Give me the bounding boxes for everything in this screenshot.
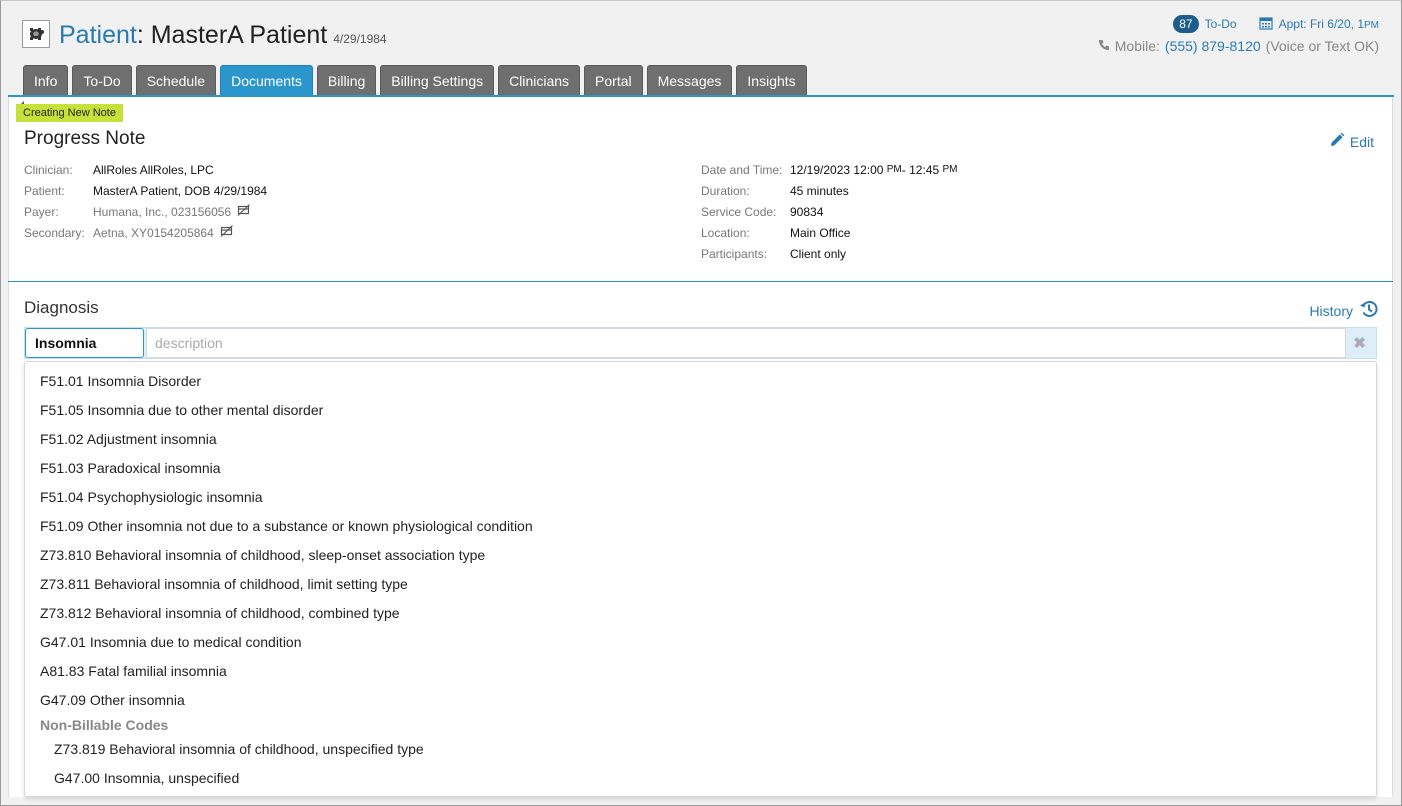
date-time-row: Date and Time: 12/19/2023 12:00 PM - 12:4… [701,162,958,177]
tab-info[interactable]: Info [23,65,69,95]
patient-tabs: Info To-Do Schedule Documents Billing Bi… [23,65,807,95]
list-item[interactable]: F51.09 Other insomnia not due to a subst… [40,518,533,534]
tab-schedule[interactable]: Schedule [135,65,217,95]
note-details-right: Date and Time: 12/19/2023 12:00 PM - 12:4… [701,159,957,264]
date-time-value: 12/19/2023 12:00 PM - 12:45 PM [790,162,958,177]
diagnosis-results-dropdown: F51.01 Insomnia Disorder F51.05 Insomnia… [24,361,1377,797]
location-row: Location: Main Office [701,225,851,240]
service-code-row: Service Code: 90834 [701,204,824,219]
duration-row: Duration: 45 minutes [701,183,849,198]
list-item[interactable]: F51.03 Paradoxical insomnia [40,460,221,476]
tab-messages[interactable]: Messages [646,65,733,95]
no-card-icon [220,225,234,240]
list-item[interactable]: G47.01 Insomnia due to medical condition [40,634,302,650]
note-details-left: Clinician: AllRoles AllRoles, LPC Patient… [24,159,267,243]
service-code-value: 90834 [790,204,824,219]
clinician-row: Clinician: AllRoles AllRoles, LPC [24,162,214,177]
list-item[interactable]: Z73.819 Behavioral insomnia of childhood… [54,741,424,757]
tab-documents[interactable]: Documents [220,65,313,95]
participants-row: Participants: Client only [701,246,847,261]
tab-portal[interactable]: Portal [584,65,643,95]
note-title: Progress Note [24,128,146,149]
no-card-icon [237,204,251,219]
list-item[interactable]: G47.00 Insomnia, unspecified [54,770,239,786]
mobile-label: Mobile: [1114,38,1160,54]
tab-clinicians[interactable]: Clinicians [498,65,581,95]
non-billable-header: Non-Billable Codes [40,717,169,733]
patient-name: : MasterA Patient [136,21,328,49]
todo-count-badge[interactable]: 87 [1173,15,1199,33]
list-item[interactable]: F51.01 Insomnia Disorder [40,373,201,389]
mobile-number-link[interactable]: (555) 879-8120 [1165,38,1261,54]
participants-value: Client only [790,246,847,261]
diagnosis-search-row: ✖ [24,327,1377,359]
location-value: Main Office [790,225,851,240]
tab-billing[interactable]: Billing [316,65,377,95]
list-item[interactable]: Z73.810 Behavioral insomnia of childhood… [40,547,485,563]
creating-note-tag: Creating New Note [16,104,123,122]
header-quick-info: 87 To-Do Appt: Fri 6/20, 1PM Mobile: (55… [1098,15,1379,54]
patient-header: Patient: MasterA Patient 4/29/1984 [59,20,387,54]
todo-link[interactable]: To-Do [1205,17,1237,31]
duration-value: 45 minutes [790,183,849,198]
secondary-payer-value: Aetna, XY0154205864 [93,225,214,240]
mobile-note: (Voice or Text OK) [1265,38,1379,54]
payer-value: Humana, Inc., 023156056 [93,204,232,219]
tab-todo[interactable]: To-Do [72,65,132,95]
secondary-payer-row: Secondary: Aetna, XY0154205864 [24,222,267,243]
list-item[interactable]: F51.02 Adjustment insomnia [40,431,217,447]
patient-dob: 4/29/1984 [333,32,387,46]
section-divider [8,281,1393,282]
diagnosis-code-input[interactable] [25,328,144,358]
tab-insights[interactable]: Insights [736,65,807,95]
phone-icon [1098,38,1110,54]
list-item[interactable]: F51.05 Insomnia due to other mental diso… [40,402,323,418]
calendar-icon [1259,16,1273,33]
history-button[interactable]: History [1309,299,1379,322]
list-item[interactable]: Z73.811 Behavioral insomnia of childhood… [40,576,408,592]
list-item[interactable]: F51.04 Psychophysiologic insomnia [40,489,263,505]
clinician-value: AllRoles AllRoles, LPC [93,162,214,177]
diagnosis-title: Diagnosis [24,298,99,317]
list-item[interactable]: G47.09 Other insomnia [40,692,185,708]
patient-label[interactable]: Patient [59,21,137,49]
edit-button[interactable]: Edit [1329,132,1374,151]
edit-label: Edit [1349,133,1374,150]
pencil-icon [1329,132,1345,151]
payer-row: Payer: Humana, Inc., 023156056 [24,201,267,222]
tab-billing-settings[interactable]: Billing Settings [380,65,495,95]
turtle-logo-icon[interactable] [22,20,50,48]
patient-row: Patient: MasterA Patient, DOB 4/29/1984 [24,183,268,198]
appointment-link[interactable]: Appt: Fri 6/20, 1PM [1279,17,1379,31]
patient-value: MasterA Patient, DOB 4/29/1984 [93,183,268,198]
diagnosis-description-input[interactable] [146,328,1346,358]
history-label: History [1309,302,1353,319]
list-item[interactable]: Z73.812 Behavioral insomnia of childhood… [40,605,400,621]
clear-icon[interactable]: ✖ [1353,334,1366,352]
history-icon [1359,299,1379,322]
list-item[interactable]: A81.83 Fatal familial insomnia [40,663,227,679]
